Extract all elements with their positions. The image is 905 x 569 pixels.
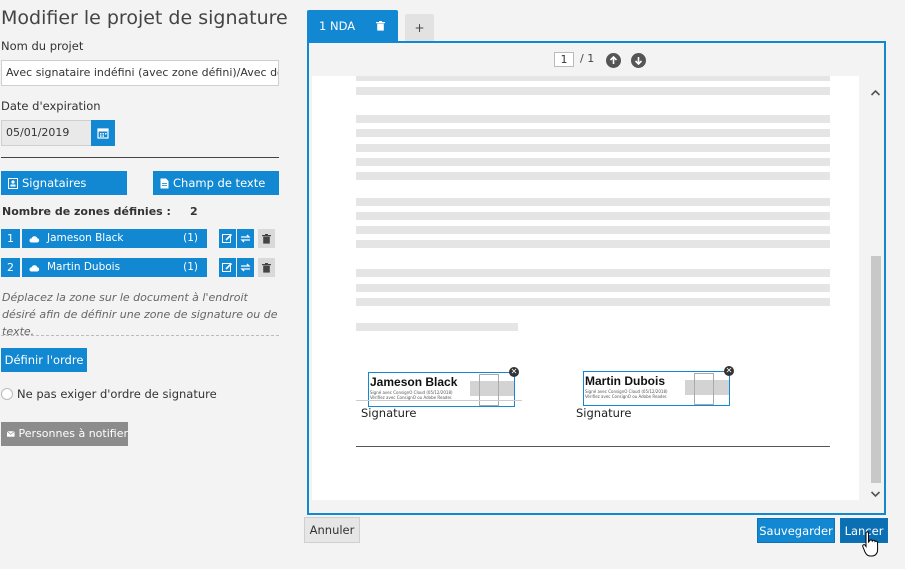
page-title: Modifier le projet de signature: [1, 7, 288, 29]
swap-icon: [240, 263, 251, 272]
signature-stamp-frame: [479, 374, 499, 406]
edit-zone-button[interactable]: [219, 229, 236, 248]
chevron-down-icon[interactable]: [870, 490, 881, 499]
project-name-label: Nom du projet: [1, 39, 84, 53]
page-rule: [356, 446, 830, 447]
text-line: [356, 240, 830, 248]
delete-zone-button[interactable]: [258, 258, 275, 277]
notify-people-label: Personnes à notifier: [18, 427, 128, 440]
text-line: [356, 87, 830, 95]
define-order-button[interactable]: Définir l'ordre: [1, 348, 87, 372]
text-line: [356, 115, 830, 123]
id-card-icon: [8, 177, 18, 189]
divider: [1, 335, 279, 336]
delete-zone-button[interactable]: [258, 229, 275, 248]
signers-tab-label: Signataires: [22, 176, 87, 190]
zone-number: 2: [1, 258, 20, 277]
page-total: / 1: [580, 52, 595, 65]
page-number-input[interactable]: 1: [554, 52, 574, 67]
signature-note-line2: Vérifiez avec ConsignO ou Adobe Reader.: [585, 394, 668, 399]
edit-icon: [222, 233, 233, 243]
scrollbar[interactable]: [868, 77, 883, 507]
trash-icon[interactable]: [376, 21, 385, 31]
signature-line: [356, 400, 522, 401]
text-line: [356, 76, 830, 81]
divider: [1, 157, 279, 158]
cancel-button[interactable]: Annuler: [304, 517, 360, 543]
zones-count-value: 2: [190, 205, 198, 218]
previous-page-button[interactable]: [606, 53, 621, 68]
trash-icon: [262, 233, 271, 244]
arrow-down-icon: [634, 57, 643, 65]
text-line: [356, 323, 518, 331]
cloud-icon: [29, 235, 40, 242]
expiration-date-input[interactable]: 05/01/2019: [1, 120, 92, 146]
envelope-icon: [7, 430, 15, 437]
placement-hint: Déplacez la zone sur le document à l'end…: [2, 291, 278, 338]
text-line: [356, 212, 830, 220]
calendar-button[interactable]: [91, 120, 115, 146]
calendar-icon: [97, 128, 109, 139]
tab-document-nda[interactable]: 1 NDA: [307, 10, 398, 42]
document-icon: [160, 178, 169, 188]
text-line: [356, 129, 830, 137]
text-field-tab-label: Champ de texte: [173, 176, 266, 190]
signature-label: Signature: [361, 406, 417, 420]
remove-zone-icon[interactable]: ✕: [509, 367, 519, 377]
document-viewer: 1 / 1 Jameson Black Signé avec ConsignO …: [307, 41, 886, 515]
edit-icon: [222, 262, 233, 272]
scrollbar-thumb[interactable]: [871, 256, 881, 483]
signers-tab-button[interactable]: Signataires: [1, 171, 127, 195]
text-line: [356, 158, 830, 166]
signature-stamp-frame: [694, 373, 714, 405]
cloud-icon: [29, 264, 40, 271]
zone-signer-name: Martin Dubois: [47, 261, 121, 273]
zones-count-label: Nombre de zones définies :: [2, 205, 171, 218]
arrow-up-icon: [609, 56, 618, 64]
no-order-radio[interactable]: [1, 388, 13, 400]
signature-signer-name: Jameson Black: [370, 375, 458, 389]
text-field-tab-button[interactable]: Champ de texte: [153, 171, 279, 195]
text-line: [356, 284, 830, 292]
trash-icon: [262, 262, 271, 273]
document-page: Jameson Black Signé avec ConsignO Cloud …: [312, 76, 859, 500]
zone-signer-count: (1): [183, 232, 198, 244]
signature-zone-martin-dubois[interactable]: Martin Dubois Signé avec ConsignO Cloud …: [583, 371, 730, 406]
no-order-label: Ne pas exiger d'ordre de signature: [17, 387, 217, 401]
text-line: [356, 226, 830, 234]
add-document-tab[interactable]: +: [405, 14, 434, 42]
chevron-up-icon[interactable]: [870, 88, 881, 97]
expiration-date-label: Date d'expiration: [1, 99, 101, 113]
text-line: [356, 269, 830, 277]
signature-zone-jameson-black[interactable]: Jameson Black Signé avec ConsignO Cloud …: [368, 372, 515, 407]
zone-number: 1: [1, 229, 20, 248]
swap-icon: [240, 234, 251, 243]
zone-signer-count: (1): [183, 261, 198, 273]
remove-zone-icon[interactable]: ✕: [724, 366, 734, 376]
hand-cursor-icon: [862, 531, 879, 557]
edit-zone-button[interactable]: [219, 258, 236, 277]
signature-signer-name: Martin Dubois: [585, 374, 665, 388]
swap-zone-button[interactable]: [237, 258, 254, 277]
text-line: [356, 298, 830, 306]
text-line: [356, 172, 830, 180]
swap-zone-button[interactable]: [237, 229, 254, 248]
notify-people-button[interactable]: Personnes à notifier: [1, 422, 128, 446]
text-line: [356, 198, 830, 206]
signature-label: Signature: [576, 406, 632, 420]
save-button[interactable]: Sauvegarder: [757, 518, 835, 543]
zone-signer-name: Jameson Black: [47, 232, 124, 244]
zone-item-martin-dubois[interactable]: Martin Dubois (1): [22, 258, 207, 277]
zone-item-jameson-black[interactable]: Jameson Black (1): [22, 229, 207, 248]
next-page-button[interactable]: [631, 53, 646, 68]
tab-document-label: 1 NDA: [319, 19, 356, 33]
project-name-input[interactable]: Avec signataire indéfini (avec zone défi…: [1, 60, 279, 86]
text-line: [356, 144, 830, 152]
